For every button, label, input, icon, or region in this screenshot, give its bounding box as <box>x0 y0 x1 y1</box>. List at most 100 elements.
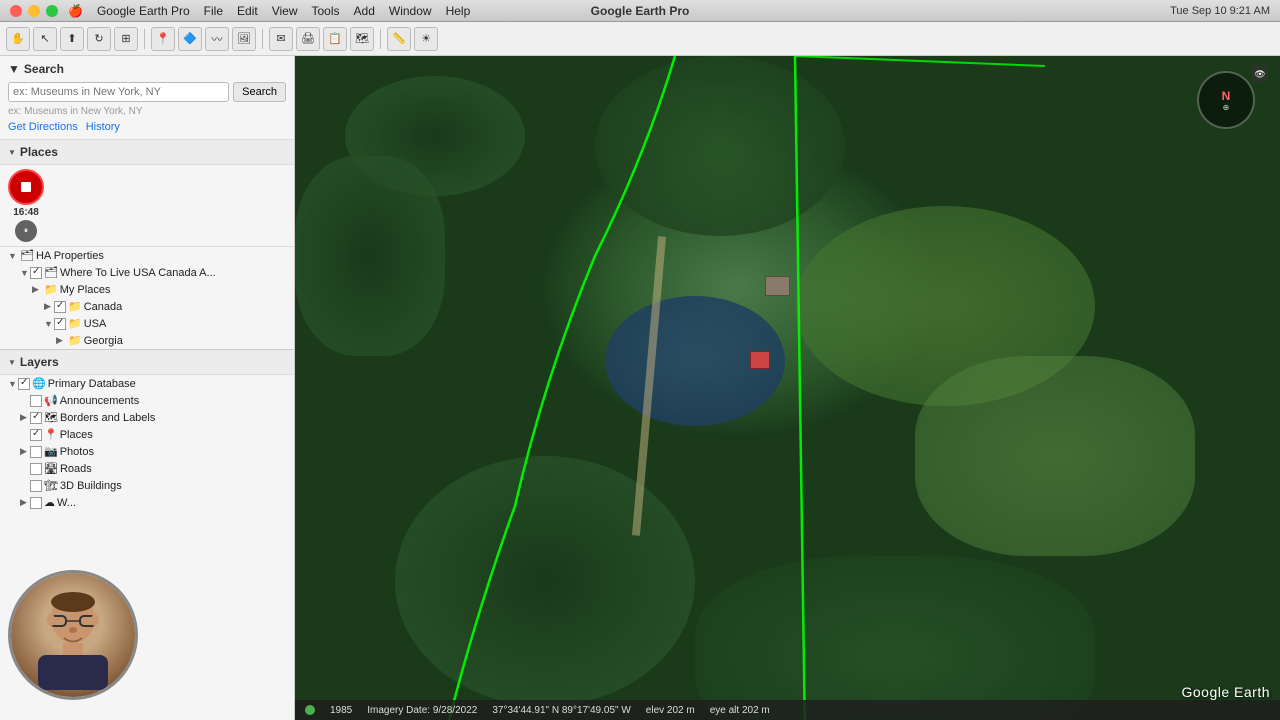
layer-borders[interactable]: ▶ 🗺 Borders and Labels <box>0 409 294 426</box>
status-indicator <box>305 705 315 715</box>
canada-label: Canada <box>84 301 123 313</box>
tree-item-canada[interactable]: ▶ 📁 Canada <box>0 298 294 315</box>
menu-edit[interactable]: Edit <box>237 4 258 18</box>
announcements-checkbox[interactable] <box>30 395 42 407</box>
coordinates: 37°34'44.91" N 89°17'49.05" W <box>492 705 630 716</box>
announcements-icon: 📢 <box>44 394 58 407</box>
minimize-button[interactable] <box>28 5 40 17</box>
georgia-label: Georgia <box>84 335 123 347</box>
places-collapse-icon: ▼ <box>8 148 16 157</box>
search-label: Search <box>24 62 64 76</box>
menu-file[interactable]: File <box>204 4 223 18</box>
toolbar-add-path[interactable]: 〰 <box>205 27 229 51</box>
eye-icon[interactable]: 👁 <box>1252 66 1268 82</box>
toolbar-sep-2 <box>262 29 263 49</box>
layer-roads[interactable]: 🛣 Roads <box>0 460 294 477</box>
weather-label: W... <box>57 497 76 509</box>
forest-2 <box>295 156 445 356</box>
title-bar: 🍎 Google Earth Pro File Edit View Tools … <box>0 0 1280 22</box>
layer-weather[interactable]: ▶ ☁ W... <box>0 494 294 511</box>
toolbar-select-tool[interactable]: ↖ <box>33 27 57 51</box>
primary-db-checkbox[interactable] <box>18 378 30 390</box>
toolbar-zoom-fit[interactable]: ⊞ <box>114 27 138 51</box>
search-input[interactable] <box>8 82 229 102</box>
georgia-icon: 📁 <box>68 334 82 347</box>
toolbar-print[interactable]: 🖨 <box>296 27 320 51</box>
tree-item-where-to-live[interactable]: ▼ 🗂 Where To Live USA Canada A... <box>0 264 294 281</box>
toolbar-orbit[interactable]: ↻ <box>87 27 111 51</box>
google-earth-watermark: Google Earth <box>1182 684 1271 700</box>
main-toolbar: ✋ ↖ ⬆ ↻ ⊞ 📍 🔷 〰 🖼 ✉ 🖨 📋 🗺 📏 ☀ <box>0 22 1280 56</box>
toolbar-sunlight[interactable]: ☀ <box>414 27 438 51</box>
menu-add[interactable]: Add <box>354 4 375 18</box>
clock: Tue Sep 10 9:21 AM <box>1170 5 1270 17</box>
toolbar-hand-tool[interactable]: ✋ <box>6 27 30 51</box>
photos-icon: 📷 <box>44 445 58 458</box>
places-layer-checkbox[interactable] <box>30 429 42 441</box>
where-to-live-icon: 🗂 <box>44 266 58 279</box>
imagery-date: Imagery Date: 9/28/2022 <box>367 705 477 716</box>
borders-checkbox[interactable] <box>30 412 42 424</box>
layers-header[interactable]: ▼ Layers <box>0 350 294 375</box>
3d-buildings-checkbox[interactable] <box>30 480 42 492</box>
layer-3d-buildings[interactable]: 🏗 3D Buildings <box>0 477 294 494</box>
compass-control[interactable]: N ⊕ <box>1197 71 1255 129</box>
weather-icon: ☁ <box>44 496 55 509</box>
toolbar-ruler[interactable]: 📏 <box>387 27 411 51</box>
toolbar-add-polygon[interactable]: 🔷 <box>178 27 202 51</box>
webcam-area <box>0 511 294 720</box>
map-status-bar: 1985 Imagery Date: 9/28/2022 37°34'44.91… <box>295 700 1280 720</box>
system-tray: Tue Sep 10 9:21 AM <box>1170 5 1270 17</box>
toolbar-email[interactable]: ✉ <box>269 27 293 51</box>
sidebar: ▼ Search Search ex: Museums in New York,… <box>0 56 295 720</box>
toolbar-add-image[interactable]: 🖼 <box>232 27 256 51</box>
tree-item-my-places[interactable]: ▶ 📁 My Places <box>0 281 294 298</box>
forest-4 <box>395 456 695 706</box>
layer-announcements[interactable]: 📢 Announcements <box>0 392 294 409</box>
menu-apple[interactable]: 🍎 <box>68 4 83 18</box>
places-header[interactable]: ▼ Places <box>0 140 294 165</box>
places-panel: ▼ Places 16:48 ⏸ <box>0 140 294 350</box>
map-viewport[interactable]: N ⊕ 👁 Google Earth 1985 Imagery Date: 9/… <box>295 56 1280 720</box>
menu-app[interactable]: Google Earth Pro <box>97 4 190 18</box>
my-places-label: My Places <box>60 284 111 296</box>
layers-label: Layers <box>20 355 59 369</box>
forest-5 <box>695 556 1095 720</box>
toolbar-add-placemark[interactable]: 📍 <box>151 27 175 51</box>
compass-north: N <box>1222 89 1231 103</box>
weather-checkbox[interactable] <box>30 497 42 509</box>
maximize-button[interactable] <box>46 5 58 17</box>
layer-photos[interactable]: ▶ 📷 Photos <box>0 443 294 460</box>
usa-icon: 📁 <box>68 317 82 330</box>
canada-checkbox[interactable] <box>54 301 66 313</box>
toolbar-north-up[interactable]: ⬆ <box>60 27 84 51</box>
my-places-icon: 📁 <box>44 283 58 296</box>
tree-item-ha-properties[interactable]: ▼ 🗂 HA Properties <box>0 247 294 264</box>
tree-item-georgia[interactable]: ▶ 📁 Georgia <box>0 332 294 349</box>
get-directions-link[interactable]: Get Directions <box>8 121 78 133</box>
search-button[interactable]: Search <box>233 82 286 102</box>
tree-item-usa[interactable]: ▼ 📁 USA <box>0 315 294 332</box>
record-button[interactable] <box>8 169 44 205</box>
webcam-feed <box>8 570 138 700</box>
history-link[interactable]: History <box>86 121 120 133</box>
layer-primary-db[interactable]: ▼ 🌐 Primary Database <box>0 375 294 392</box>
photos-checkbox[interactable] <box>30 446 42 458</box>
elevation: elev 202 m <box>646 705 695 716</box>
menu-tools[interactable]: Tools <box>312 4 340 18</box>
menu-help[interactable]: Help <box>446 4 471 18</box>
where-to-live-checkbox[interactable] <box>30 267 42 279</box>
layer-places[interactable]: 📍 Places <box>0 426 294 443</box>
usa-checkbox[interactable] <box>54 318 66 330</box>
toolbar-map-options[interactable]: 🗺 <box>350 27 374 51</box>
close-button[interactable] <box>10 5 22 17</box>
menu-window[interactable]: Window <box>389 4 432 18</box>
search-collapse-icon[interactable]: ▼ <box>8 62 20 76</box>
menu-view[interactable]: View <box>272 4 298 18</box>
play-pause-button[interactable]: ⏸ <box>15 220 37 242</box>
search-panel: ▼ Search Search ex: Museums in New York,… <box>0 56 294 140</box>
toolbar-copy-image[interactable]: 📋 <box>323 27 347 51</box>
window-title: Google Earth Pro <box>591 4 690 18</box>
building-red <box>750 351 770 369</box>
roads-checkbox[interactable] <box>30 463 42 475</box>
